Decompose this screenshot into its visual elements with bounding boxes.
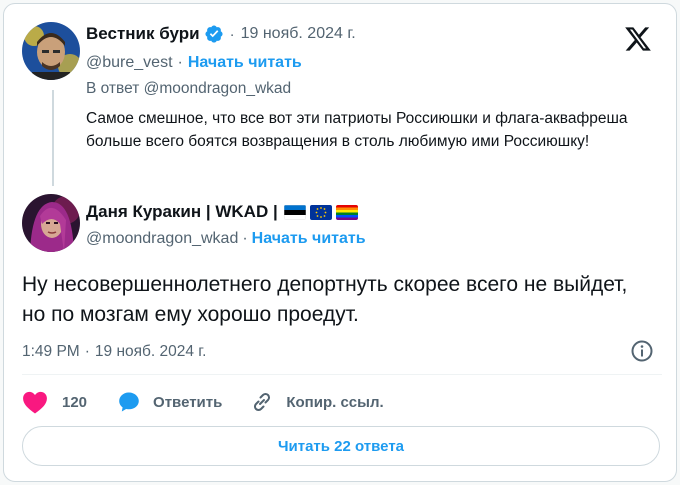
parent-date[interactable]: 19 нояб. 2024 г. [241,25,356,43]
parent-header: Вестник бури · 19 нояб. 2024 г. [86,24,356,44]
actions-divider [22,374,662,375]
read-replies-button[interactable]: Читать 22 ответа [22,426,660,466]
like-count: 120 [62,393,88,411]
main-follow-link[interactable]: Начать читать [252,230,366,248]
parent-follow-link[interactable]: Начать читать [188,54,302,72]
verified-badge-icon [204,24,224,44]
main-date: 19 нояб. 2024 г. [94,343,207,360]
parent-display-name[interactable]: Вестник бури [86,24,200,44]
main-display-name[interactable]: Даня Куракин | WKAD | [86,202,278,222]
main-time-separator: · [84,343,90,360]
parent-avatar[interactable] [22,22,80,80]
thread-connector-line [52,90,54,186]
parent-handle[interactable]: @bure_vest [86,54,173,72]
main-handle[interactable]: @moondragon_wkad [86,230,238,248]
reply-label: Ответить [153,393,223,411]
reply-bubble-icon [117,390,141,414]
estonia-flag-icon [283,204,306,220]
info-icon[interactable] [630,339,654,368]
tweet-embed-card: Вестник бури · 19 нояб. 2024 г. @bure_ve… [3,3,677,482]
parent-handle-separator: · [177,54,183,71]
copy-link-button[interactable]: Копир. ссыл. [250,390,384,414]
main-handle-separator: · [242,230,248,247]
parent-separator: · [229,25,235,43]
copy-link-label: Копир. ссыл. [286,393,384,411]
main-avatar[interactable] [22,194,80,252]
main-time: 1:49 PM [22,343,80,360]
link-chain-icon [250,390,274,414]
x-logo-icon[interactable] [624,26,652,57]
reply-to-label[interactable]: В ответ @moondragon_wkad [86,80,291,98]
main-handle-row: @moondragon_wkad · Начать читать [86,230,366,248]
main-tweet-text: Ну несовершеннолетнего депортнуть скорее… [22,273,628,326]
parent-handle-row: @bure_vest · Начать читать [86,54,302,72]
parent-tweet-text: Самое смешное, что все вот эти патриоты … [86,110,628,150]
actions-bar: 120 Ответить Копир. ссыл. [22,390,384,414]
eu-flag-icon [309,204,332,220]
main-header: Даня Куракин | WKAD | [86,202,358,222]
reply-button[interactable]: Ответить [117,390,222,414]
like-button[interactable]: 120 [22,390,87,414]
heart-icon [22,390,48,414]
main-timestamp[interactable]: 1:49 PM · 19 нояб. 2024 г. [22,343,206,361]
rainbow-flag-icon [335,204,358,220]
